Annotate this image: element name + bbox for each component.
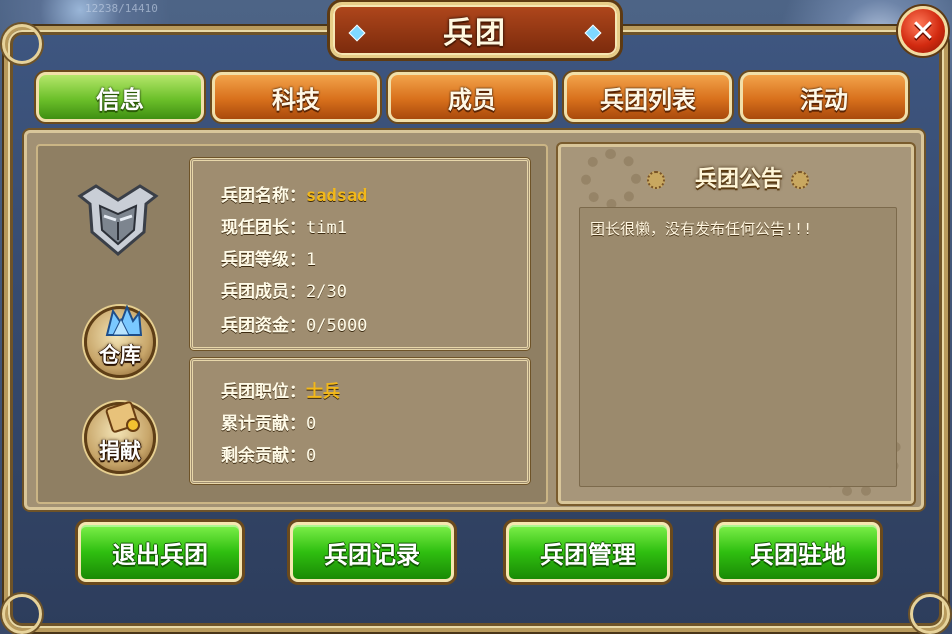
guild-name-value: sadsad <box>306 186 368 206</box>
leave-guild-button[interactable]: 退出兵团 <box>78 522 242 582</box>
guild-level-value: 1 <box>306 250 317 270</box>
guild-funds-row: 兵团资金：0/5000 <box>221 311 367 336</box>
total-contribution-value: 0 <box>306 414 317 434</box>
guild-members-label: 兵团成员： <box>221 282 306 302</box>
tab-guild-list[interactable]: 兵团列表 <box>564 72 732 122</box>
donate-label: 捐献 <box>99 439 141 463</box>
tab-label: 成员 <box>448 85 496 114</box>
guild-members-value: 2/30 <box>306 282 347 302</box>
guild-name-label: 兵团名称： <box>221 186 306 206</box>
gear-icon <box>791 171 809 189</box>
tab-label: 科技 <box>272 85 320 114</box>
guild-log-button[interactable]: 兵团记录 <box>290 522 454 582</box>
close-icon: ✕ <box>910 13 936 49</box>
warehouse-label: 仓库 <box>99 343 141 367</box>
scroll-icon <box>105 401 140 433</box>
guild-level-label: 兵团等级： <box>221 250 306 270</box>
gem-ornament-icon <box>348 24 366 42</box>
crystal-icon <box>105 305 143 336</box>
close-button[interactable]: ✕ <box>898 6 948 56</box>
remaining-contribution-row: 剩余贡献：0 <box>221 441 316 466</box>
frame-corner-ornament <box>2 594 42 634</box>
guild-leader-value: tim1 <box>306 218 347 238</box>
guild-leader-row: 现任团长：tim1 <box>221 213 347 238</box>
position-value: 士兵 <box>306 382 340 402</box>
donate-button[interactable]: 捐献 <box>84 401 156 474</box>
button-label: 兵团记录 <box>324 540 420 569</box>
background-hud-text: 12238/14410 <box>85 2 158 15</box>
guild-funds-value: 0/5000 <box>306 316 368 336</box>
guild-manage-button[interactable]: 兵团管理 <box>506 522 670 582</box>
position-label: 兵团职位： <box>221 382 306 402</box>
frame-corner-ornament <box>910 594 950 634</box>
tab-label: 兵团列表 <box>600 85 696 114</box>
window-title: 兵团 <box>443 16 507 51</box>
notice-title: 兵团公告 <box>694 167 783 192</box>
button-label: 兵团驻地 <box>750 540 846 569</box>
guild-members-row: 兵团成员：2/30 <box>221 277 347 302</box>
tab-info[interactable]: 信息 <box>36 72 204 122</box>
guild-funds-label: 兵团资金： <box>221 316 306 336</box>
guild-name-row: 兵团名称：sadsad <box>221 181 367 206</box>
guild-notice-panel: 兵团公告 团长很懒，没有发布任何公告!!! <box>558 144 914 504</box>
guild-level-row: 兵团等级：1 <box>221 245 316 270</box>
tab-members[interactable]: 成员 <box>388 72 556 122</box>
guild-leader-label: 现任团长： <box>221 218 306 238</box>
gem-ornament-icon <box>584 24 602 42</box>
frame-corner-ornament <box>2 24 42 64</box>
tab-events[interactable]: 活动 <box>740 72 908 122</box>
guild-base-button[interactable]: 兵团驻地 <box>716 522 880 582</box>
total-contribution-row: 累计贡献：0 <box>221 409 316 434</box>
button-label: 退出兵团 <box>112 540 208 569</box>
tab-label: 信息 <box>96 85 144 114</box>
remaining-contribution-label: 剩余贡献： <box>221 446 306 466</box>
total-contribution-label: 累计贡献： <box>221 414 306 434</box>
personal-stats-box: 兵团职位：士兵 累计贡献：0 剩余贡献：0 <box>190 358 530 484</box>
position-row: 兵团职位：士兵 <box>221 377 340 402</box>
guild-stats-box: 兵团名称：sadsad 现任团长：tim1 兵团等级：1 兵团成员：2/30 兵… <box>190 158 530 350</box>
tab-technology[interactable]: 科技 <box>212 72 380 122</box>
remaining-contribution-value: 0 <box>306 446 317 466</box>
guild-emblem-helmet-icon <box>77 184 159 256</box>
window-title-plaque: 兵团 <box>330 2 620 58</box>
notice-text: 团长很懒，没有发布任何公告!!! <box>590 220 813 238</box>
notice-content-area: 团长很懒，没有发布任何公告!!! <box>579 207 897 487</box>
button-label: 兵团管理 <box>540 540 636 569</box>
warehouse-button[interactable]: 仓库 <box>84 305 156 378</box>
tab-label: 活动 <box>800 85 848 114</box>
